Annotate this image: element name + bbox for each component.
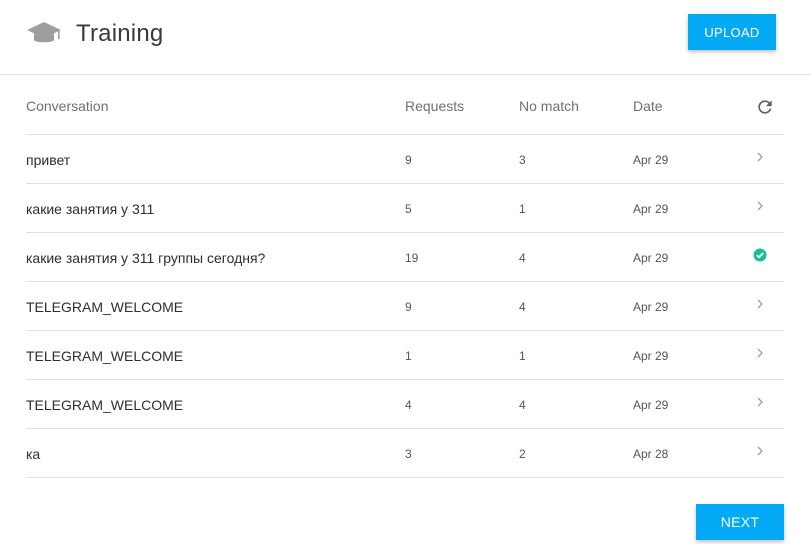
requests-cell: 9 [405, 300, 412, 314]
no-match-cell: 1 [519, 349, 526, 363]
chevron-right-icon[interactable] [752, 394, 768, 410]
conversation-cell: TELEGRAM_WELCOME [26, 397, 184, 413]
conversation-cell: привет [26, 152, 71, 168]
no-match-cell: 4 [519, 300, 526, 314]
chevron-right-icon[interactable] [752, 345, 768, 361]
conversation-cell: TELEGRAM_WELCOME [26, 299, 184, 315]
conversation-cell: TELEGRAM_WELCOME [26, 348, 184, 364]
chevron-right-icon[interactable] [752, 149, 768, 165]
chevron-right-icon[interactable] [752, 296, 768, 312]
requests-cell: 5 [405, 202, 412, 216]
requests-cell: 1 [405, 349, 412, 363]
check-circle-icon [752, 247, 768, 263]
conversation-cell: ка [26, 446, 41, 462]
table-row[interactable]: какие занятия у 311 5 1 Apr 29 [26, 184, 784, 233]
requests-cell: 9 [405, 153, 412, 167]
table-row[interactable]: TELEGRAM_WELCOME 1 1 Apr 29 [26, 331, 784, 380]
conversation-cell: какие занятия у 311 группы сегодня? [26, 250, 266, 266]
no-match-cell: 3 [519, 153, 526, 167]
no-match-cell: 4 [519, 251, 526, 265]
date-cell: Apr 29 [633, 398, 669, 412]
date-cell: Apr 29 [633, 251, 669, 265]
chevron-right-icon[interactable] [752, 198, 768, 214]
page-header: Training UPLOAD [0, 0, 811, 75]
table-row[interactable]: TELEGRAM_WELCOME 9 4 Apr 29 [26, 282, 784, 331]
graduation-cap-icon [27, 22, 61, 43]
no-match-cell: 4 [519, 398, 526, 412]
requests-cell: 4 [405, 398, 412, 412]
date-cell: Apr 29 [633, 300, 669, 314]
requests-cell: 19 [405, 251, 419, 265]
date-cell: Apr 28 [633, 447, 669, 461]
no-match-cell: 2 [519, 447, 526, 461]
date-cell: Apr 29 [633, 202, 669, 216]
table-row[interactable]: TELEGRAM_WELCOME 4 4 Apr 29 [26, 380, 784, 429]
table-header: Conversation Requests No match Date [26, 75, 784, 135]
training-table: Conversation Requests No match Date прив… [26, 75, 784, 478]
column-header-date[interactable]: Date [633, 98, 663, 114]
column-header-no-match[interactable]: No match [519, 98, 579, 114]
column-header-conversation[interactable]: Conversation [26, 98, 109, 114]
refresh-icon[interactable] [755, 97, 775, 117]
table-row[interactable]: какие занятия у 311 группы сегодня? 19 4 Ap… [26, 233, 784, 282]
table-row[interactable]: ка 3 2 Apr 28 [26, 429, 784, 478]
date-cell: Apr 29 [633, 153, 669, 167]
date-cell: Apr 29 [633, 349, 669, 363]
page-title: Training [76, 20, 164, 47]
conversation-cell: какие занятия у 311 [26, 201, 155, 217]
upload-button[interactable]: UPLOAD [688, 14, 776, 50]
requests-cell: 3 [405, 447, 412, 461]
column-header-requests[interactable]: Requests [405, 98, 464, 114]
chevron-right-icon[interactable] [752, 443, 768, 459]
table-row[interactable]: привет 9 3 Apr 29 [26, 135, 784, 184]
next-button[interactable]: NEXT [696, 504, 784, 540]
no-match-cell: 1 [519, 202, 526, 216]
